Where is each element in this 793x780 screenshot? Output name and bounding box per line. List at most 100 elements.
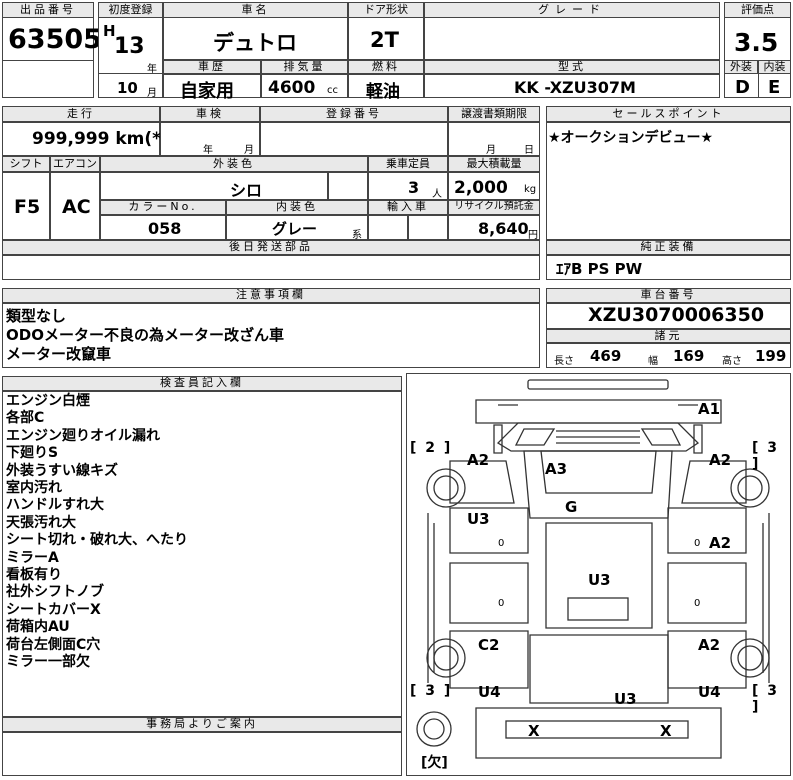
chassis-value: XZU3070006350	[588, 304, 765, 326]
int-color-unit: 系	[352, 230, 362, 241]
height-label: 高さ	[722, 356, 742, 367]
ext-color-header: 外装色	[100, 156, 368, 172]
height-value: 199	[755, 347, 787, 365]
inspector-note: シートカバーX	[6, 601, 101, 618]
interior-value: E	[768, 77, 781, 98]
int-color-header: 内装色	[226, 200, 368, 215]
door-header: ドア形状	[348, 2, 424, 18]
displacement-value: 4600	[268, 78, 316, 98]
mileage-header: 走行	[2, 106, 160, 122]
damage-mark-x-left: X	[528, 722, 540, 740]
recycle-header: リサイクル預託金	[448, 200, 540, 215]
note-line: メーター改竄車	[6, 345, 112, 363]
inspector-header: 検査員記入欄	[2, 376, 402, 391]
inspector-note: 荷箱内AU	[6, 619, 70, 636]
width-label: 幅	[648, 356, 658, 367]
damage-mark-u3-bottom: U3	[614, 690, 637, 708]
inspector-note: シート切れ・破れ大、へたり	[6, 532, 188, 549]
shift-value: F5	[14, 196, 41, 218]
capacity-unit: 人	[432, 189, 442, 200]
lot-number-header: 出品番号	[2, 2, 94, 18]
inspector-note: 荷台左側面C穴	[6, 636, 101, 653]
ext-color-value: シロ	[230, 181, 263, 200]
grade-header: グレード	[424, 2, 720, 18]
fuel-header: 燃料	[348, 60, 424, 74]
shift-header: シフト	[2, 156, 50, 172]
year-value: 13	[114, 34, 145, 59]
inspector-note: ミラー一部欠	[6, 654, 90, 671]
aircon-value: AC	[62, 196, 91, 218]
damage-mark-u3-left: U3	[467, 510, 490, 528]
inspector-note: 各部C	[6, 410, 45, 427]
sales-point-header: セールスポイント	[546, 106, 791, 122]
inspector-note: エンジン廻りオイル漏れ	[6, 427, 160, 444]
month-unit: 月	[147, 88, 157, 99]
interior-header: 内装	[758, 60, 791, 74]
transfer-month: 月	[486, 145, 496, 156]
tire-mark-rear-right: [ 3 ]	[752, 683, 780, 715]
reg-no-header: 登録番号	[260, 106, 448, 122]
capacity-value: 3	[408, 178, 420, 197]
lot-number-value: 63505	[8, 24, 102, 55]
inspector-note: ミラーA	[6, 549, 59, 566]
damage-mark-c2: C2	[478, 636, 500, 654]
score-value: 3.5	[734, 28, 779, 57]
diagram-zero: 0	[694, 598, 701, 609]
model-header: 型式	[424, 60, 720, 74]
inspector-note: 下廻りS	[6, 445, 59, 462]
transfer-header: 譲渡書類期限	[448, 106, 540, 122]
car-history-header: 車歴	[163, 60, 261, 74]
car-history-value: 自家用	[180, 81, 234, 102]
inspector-note: 室内汚れ	[6, 480, 62, 497]
genuine-value: ｴｱB PS PW	[556, 260, 643, 278]
displacement-unit: cc	[327, 85, 338, 96]
tire-mark-spare: [欠]	[421, 755, 448, 771]
notes-header: 注意事項欄	[2, 288, 540, 303]
inspector-notes-list: エンジン白煙 各部C エンジン廻りオイル漏れ 下廻りS 外装うすい線キズ 室内汚…	[6, 393, 188, 672]
damage-mark-a3: A3	[545, 460, 568, 478]
fuel-value: 軽油	[366, 82, 400, 102]
score-header: 評価点	[724, 2, 791, 18]
damage-mark-a2-front-right: A2	[709, 451, 732, 469]
damage-mark-g: G	[565, 498, 578, 516]
max-load-unit: kg	[524, 184, 537, 195]
color-no-header: カラーNo.	[100, 200, 226, 215]
color-no-value: 058	[148, 219, 182, 238]
tire-mark-front-left: [ 2 ]	[410, 440, 453, 456]
diagram-zero: 0	[498, 598, 505, 609]
inspection-month: 月	[244, 145, 254, 156]
office-box	[2, 732, 402, 776]
sales-point-value: ★オークションデビュー★	[548, 130, 714, 146]
damage-mark-a2-rear-right: A2	[698, 636, 721, 654]
int-color-value: グレー	[272, 220, 318, 238]
genuine-header: 純正装備	[546, 240, 791, 255]
capacity-header: 乗車定員	[368, 156, 448, 172]
specs-header: 諸元	[546, 329, 791, 343]
note-line: ODOメーター不良の為メーター改ざん車	[6, 326, 284, 344]
exterior-header: 外装	[724, 60, 758, 74]
damage-mark-a1: A1	[698, 400, 721, 418]
inspector-note: 天張汚れ大	[6, 514, 76, 531]
inspector-note: 看板有り	[6, 567, 62, 584]
note-line: 類型なし	[6, 307, 67, 325]
diagram-zero: 0	[694, 538, 701, 549]
recycle-value: 8,640	[478, 219, 529, 238]
aircon-header: エアコン	[50, 156, 100, 172]
length-label: 長さ	[554, 356, 574, 367]
import-header: 輸入車	[368, 200, 448, 215]
damage-mark-x-right: X	[660, 722, 672, 740]
diagram-zero: 0	[498, 538, 505, 549]
damage-mark-a2-right: A2	[709, 534, 732, 552]
inspection-year: 年	[203, 145, 213, 156]
month-value: 10	[117, 79, 138, 97]
recycle-unit: 円	[528, 230, 538, 241]
max-load-value: 2,000	[454, 178, 508, 198]
later-parts-header: 後日発送部品	[2, 240, 540, 255]
max-load-header: 最大積載量	[448, 156, 540, 172]
inspector-note: ハンドルすれ大	[6, 497, 104, 514]
car-name-header: 車名	[163, 2, 348, 18]
inspector-note: 外装うすい線キズ	[6, 462, 118, 479]
notes-list: 類型なし ODOメーター不良の為メーター改ざん車 メーター改竄車	[6, 307, 284, 364]
damage-mark-u4-left: U4	[478, 683, 501, 701]
door-value: 2T	[370, 28, 399, 52]
